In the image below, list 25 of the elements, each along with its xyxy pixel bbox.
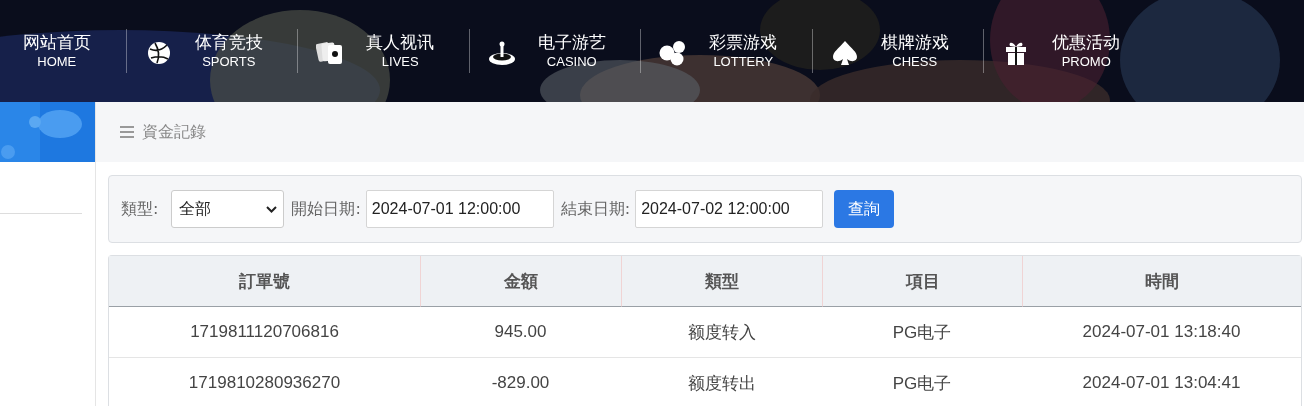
column-header: 金額 (420, 256, 621, 307)
column-header: 時間 (1022, 256, 1301, 307)
date-field[interactable]: 2024-07-02 12:00:00 (635, 190, 824, 228)
menu-icon[interactable] (120, 126, 134, 138)
column-header: 類型 (621, 256, 822, 307)
table-cell: 1719810280936270 (109, 358, 420, 406)
field-label: 結束日期: (560, 198, 631, 220)
type-select[interactable]: 全部 (171, 190, 285, 228)
table-cell: PG电子 (822, 358, 1022, 406)
breadcrumb-title: 資金記錄 (142, 121, 206, 143)
table-cell: 2024-07-01 13:04:41 (1022, 358, 1301, 406)
search-button[interactable]: 查詢 (834, 190, 895, 228)
table-cell: 额度转入 (621, 307, 822, 358)
table-cell: 额度转出 (621, 358, 822, 406)
table-cell: 2024-07-01 13:18:40 (1022, 307, 1301, 358)
field-label: 開始日期: (291, 198, 361, 220)
column-header: 項目 (822, 256, 1022, 307)
column-header: 訂單號 (109, 256, 420, 307)
chevron-down-icon (266, 205, 278, 213)
date-field[interactable]: 2024-07-01 12:00:00 (365, 190, 554, 228)
table-cell: 1719811120706816 (109, 307, 420, 358)
table-cell: PG电子 (822, 307, 1022, 358)
table-cell: -829.00 (420, 358, 621, 406)
table-cell: 945.00 (420, 307, 621, 358)
field-label: 類型: (121, 198, 159, 220)
